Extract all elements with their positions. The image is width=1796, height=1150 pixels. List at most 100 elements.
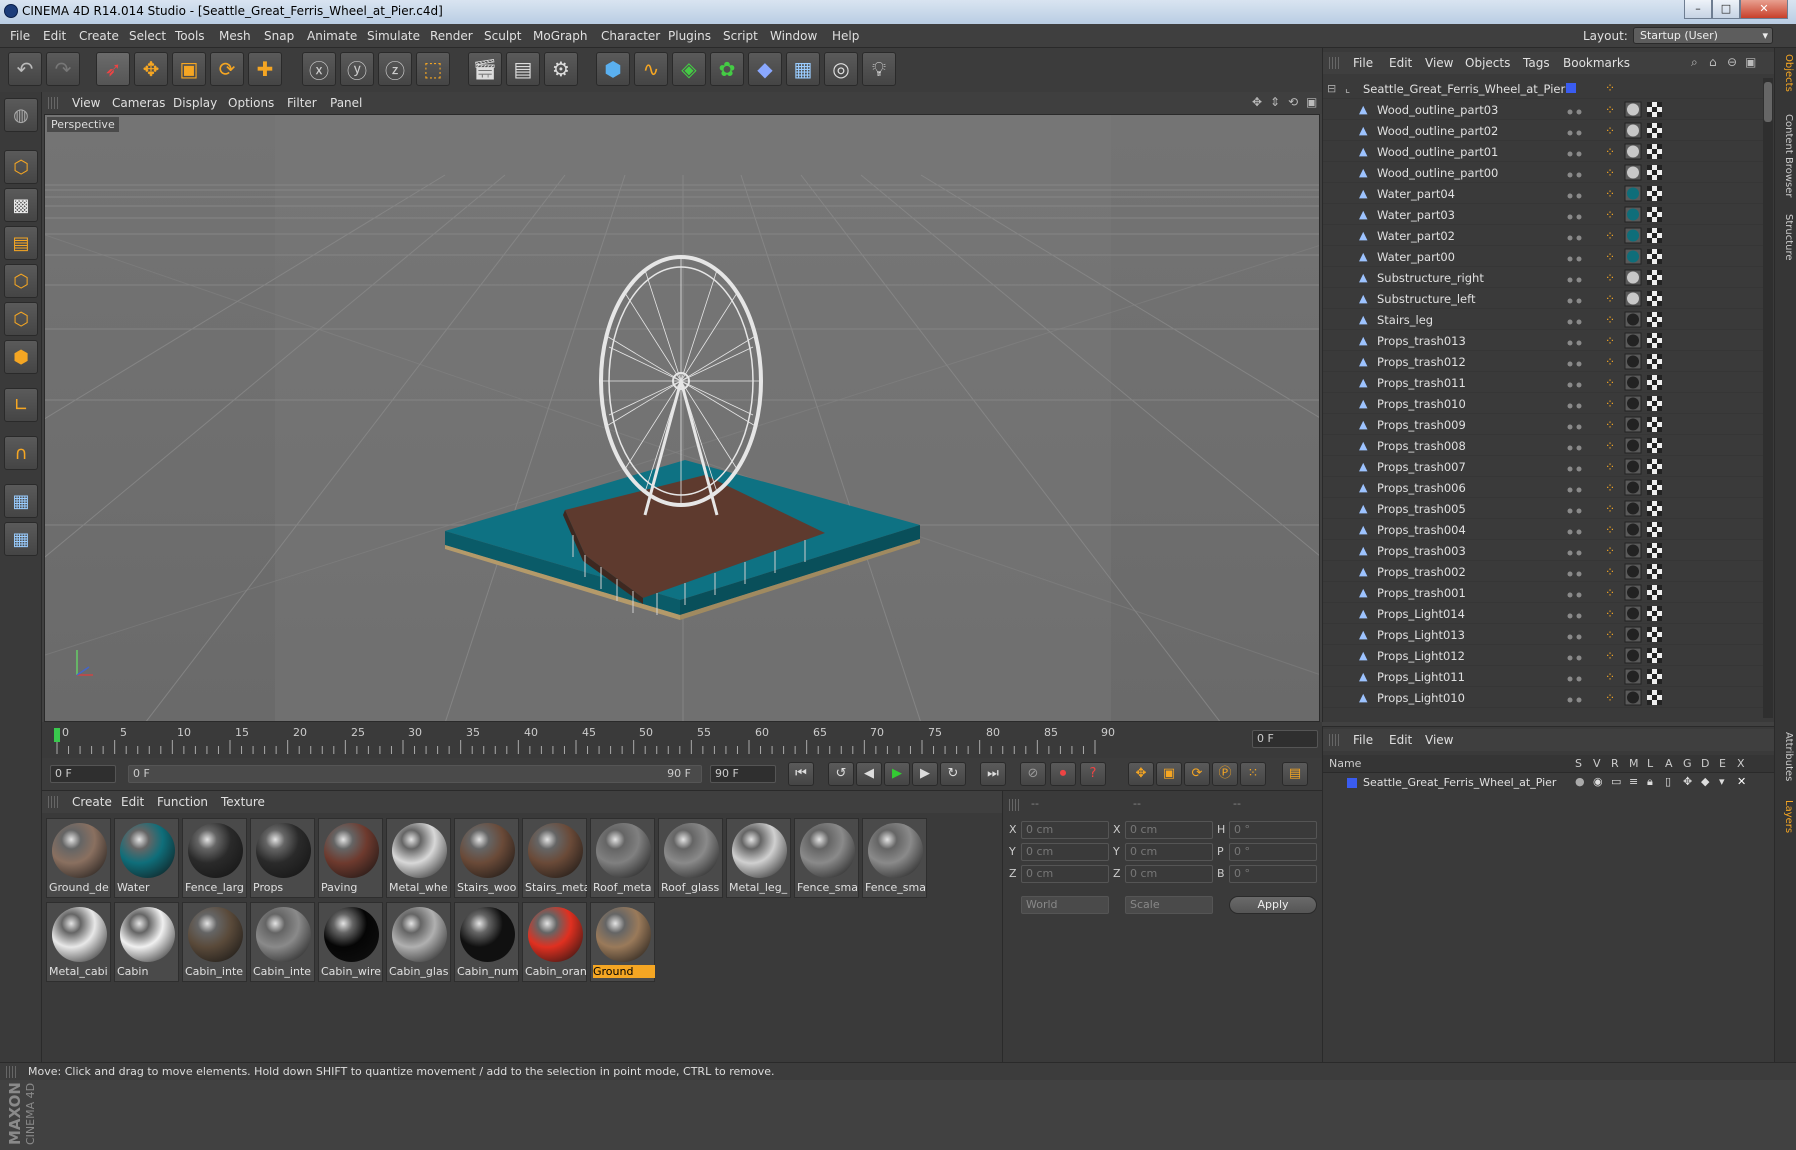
end-frame-field[interactable]: 90 F: [710, 765, 776, 783]
range-slider[interactable]: 0 F 90 F: [128, 765, 702, 783]
object-menu-view[interactable]: View: [1425, 56, 1453, 70]
visibility-dots-icon[interactable]: [1566, 294, 1584, 304]
previous-key-icon[interactable]: ↺: [828, 762, 854, 786]
material-swatch[interactable]: Cabin: [114, 902, 179, 982]
scrollbar-thumb[interactable]: [1764, 82, 1772, 122]
go-to-start-icon[interactable]: ⏮: [788, 762, 814, 786]
object-tags[interactable]: ⁘: [1605, 563, 1677, 580]
material-swatch[interactable]: Stairs_meta: [522, 818, 587, 898]
object-tags[interactable]: ⁘: [1605, 647, 1677, 664]
size-mode-dropdown[interactable]: Scale: [1125, 896, 1213, 914]
nurbs-icon[interactable]: ◈: [672, 52, 706, 86]
object-row[interactable]: ▲ Props_trash002 ⁘: [1323, 561, 1763, 582]
object-tags[interactable]: ⁘: [1605, 311, 1677, 328]
visibility-dots-icon[interactable]: [1566, 273, 1584, 283]
coordinate-system-icon[interactable]: ⬚: [416, 52, 450, 86]
play-icon[interactable]: ▶: [884, 762, 910, 786]
key-position-icon[interactable]: ✥: [1128, 762, 1154, 786]
object-tags[interactable]: ⁘: [1605, 584, 1677, 601]
generators-toggle-icon[interactable]: ✥: [1683, 775, 1692, 788]
visibility-dots-icon[interactable]: [1566, 462, 1584, 472]
object-row[interactable]: ▲ Props_trash012 ⁘: [1323, 351, 1763, 372]
edges-mode-icon[interactable]: ⬡: [4, 302, 38, 336]
object-row[interactable]: ▲ Water_part03 ⁘: [1323, 204, 1763, 225]
key-pla-icon[interactable]: ⁙: [1240, 762, 1266, 786]
visible-toggle-icon[interactable]: ◉: [1593, 775, 1603, 788]
axis-mode-icon[interactable]: ∟: [4, 388, 38, 422]
panel-grip[interactable]: [6, 1066, 16, 1078]
viewport-menu-options[interactable]: Options: [228, 96, 274, 110]
points-mode-icon[interactable]: ⬡: [4, 264, 38, 298]
material-swatch[interactable]: Fence_sma: [794, 818, 859, 898]
object-tags[interactable]: ⁘: [1605, 479, 1677, 496]
material-swatch[interactable]: Paving: [318, 818, 383, 898]
timeline[interactable]: 0 5 10 15 20 25 30 35 40 45 50 55 60 65 …: [42, 722, 1322, 758]
minimize-button[interactable]: –: [1684, 0, 1712, 19]
menu-window[interactable]: Window: [770, 29, 817, 43]
rot-p-field[interactable]: 0 °: [1229, 843, 1317, 861]
visibility-dots-icon[interactable]: [1566, 609, 1584, 619]
material-swatch[interactable]: Metal_cabi: [46, 902, 111, 982]
visibility-dots-icon[interactable]: [1566, 126, 1584, 136]
size-z-field[interactable]: 0 cm: [1125, 865, 1213, 883]
object-tags[interactable]: ⁘: [1605, 206, 1677, 223]
panel-grip[interactable]: [1329, 734, 1339, 746]
visibility-dots-icon[interactable]: [1566, 168, 1584, 178]
undo-icon[interactable]: ↶: [8, 52, 42, 86]
visibility-dots-icon[interactable]: [1566, 630, 1584, 640]
collapse-icon[interactable]: ⊖: [1727, 55, 1737, 69]
pan-icon[interactable]: ✥: [1252, 95, 1262, 109]
maximize-view-icon[interactable]: ▣: [1306, 95, 1317, 109]
light-icon[interactable]: 💡︎: [862, 52, 896, 86]
object-tags[interactable]: ⁘: [1605, 689, 1677, 706]
deformers-toggle-icon[interactable]: ◆: [1701, 775, 1709, 788]
object-tags[interactable]: ⁘: [1605, 500, 1677, 517]
tab-structure[interactable]: Structure: [1778, 214, 1794, 261]
close-button[interactable]: ✕: [1740, 0, 1788, 19]
workplane-icon[interactable]: ▤: [4, 226, 38, 260]
material-menu-function[interactable]: Function: [157, 795, 208, 809]
object-row[interactable]: ▲ Substructure_left ⁘: [1323, 288, 1763, 309]
lock-toggle-icon[interactable]: 🔒︎: [1647, 775, 1653, 789]
material-swatch[interactable]: Water: [114, 818, 179, 898]
visibility-dots-icon[interactable]: [1566, 483, 1584, 493]
visibility-dots-icon[interactable]: [1566, 693, 1584, 703]
tab-content-browser[interactable]: Content Browser: [1778, 114, 1794, 197]
viewport-menu-cameras[interactable]: Cameras: [112, 96, 165, 110]
current-frame-field[interactable]: 0 F: [1252, 730, 1318, 748]
phong-tag-icon[interactable]: ⁘: [1605, 81, 1615, 95]
render-view-icon[interactable]: 🎬︎: [468, 52, 502, 86]
object-row[interactable]: ▲ Props_trash001 ⁘: [1323, 582, 1763, 603]
pos-x-field[interactable]: 0 cm: [1021, 821, 1109, 839]
visibility-dots-icon[interactable]: [1566, 546, 1584, 556]
x-axis-icon[interactable]: ⓧ: [302, 52, 336, 86]
render-toggle-icon[interactable]: ▭: [1611, 775, 1621, 788]
visibility-dots-icon[interactable]: [1566, 210, 1584, 220]
search-icon[interactable]: ⌕: [1691, 55, 1698, 70]
object-tags[interactable]: ⁘: [1605, 542, 1677, 559]
viewport-menu-display[interactable]: Display: [173, 96, 217, 110]
object-menu-file[interactable]: File: [1353, 56, 1373, 70]
deformer-icon[interactable]: ◆: [748, 52, 782, 86]
object-tags[interactable]: ⁘: [1605, 395, 1677, 412]
workplane-rotate-icon[interactable]: ▦: [4, 522, 38, 556]
next-frame-icon[interactable]: ▶: [912, 762, 938, 786]
material-menu-texture[interactable]: Texture: [221, 795, 265, 809]
maximize-button[interactable]: □: [1712, 0, 1740, 19]
material-swatch[interactable]: Cabin_glas: [386, 902, 451, 982]
menu-edit[interactable]: Edit: [43, 29, 66, 43]
object-tags[interactable]: ⁘: [1605, 332, 1677, 349]
layer-menu-edit[interactable]: Edit: [1389, 733, 1412, 747]
visibility-dots-icon[interactable]: [1566, 189, 1584, 199]
floor-icon[interactable]: ▦: [786, 52, 820, 86]
rotate-icon[interactable]: ⟳: [210, 52, 244, 86]
rot-h-field[interactable]: 0 °: [1229, 821, 1317, 839]
scale-icon[interactable]: ▣: [172, 52, 206, 86]
array-icon[interactable]: ✿: [710, 52, 744, 86]
move-icon[interactable]: ✥: [134, 52, 168, 86]
rot-b-field[interactable]: 0 °: [1229, 865, 1317, 883]
material-swatch[interactable]: Metal_whe: [386, 818, 451, 898]
visibility-dots-icon[interactable]: [1566, 252, 1584, 262]
render-settings-icon[interactable]: ⚙: [544, 52, 578, 86]
object-row[interactable]: ▲ Props_trash008 ⁘: [1323, 435, 1763, 456]
